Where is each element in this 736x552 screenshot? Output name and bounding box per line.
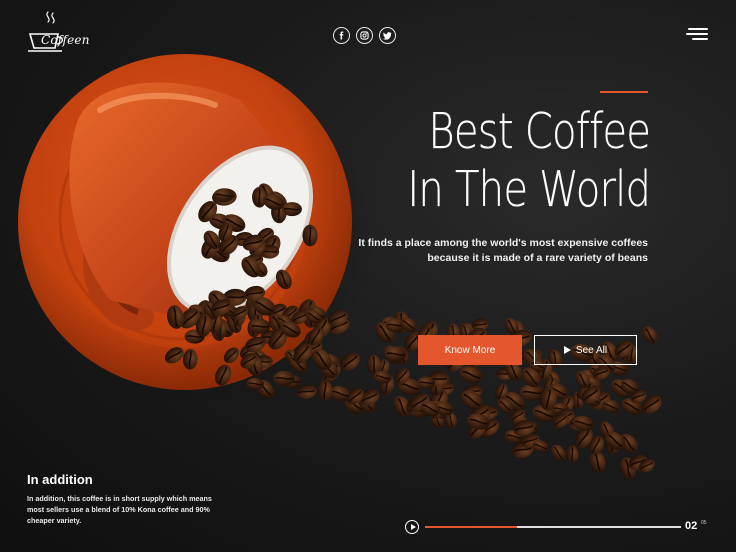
- landing-page: Coffeen Best Coffee In The World It find…: [0, 0, 736, 552]
- slider-progress-track[interactable]: [425, 525, 681, 528]
- know-more-button[interactable]: Know More: [418, 335, 522, 365]
- play-icon: [410, 524, 416, 530]
- slide-total-label: 05: [701, 520, 707, 526]
- instagram-icon[interactable]: [356, 27, 373, 44]
- hero-title-line-2: In The World: [407, 161, 651, 218]
- twitter-icon[interactable]: [379, 27, 396, 44]
- know-more-label: Know More: [444, 344, 496, 356]
- info-text: In addition, this coffee is in short sup…: [27, 494, 212, 525]
- slide-total-number: 05: [701, 521, 707, 526]
- hero-title: Best Coffee In The World: [407, 103, 651, 219]
- title-accent-line: [600, 91, 648, 93]
- see-all-button[interactable]: See All: [534, 335, 637, 365]
- social-links: [333, 27, 396, 44]
- menu-bar-icon: [686, 33, 708, 35]
- coffee-beans: [164, 183, 662, 480]
- see-all-label: See All: [575, 344, 608, 356]
- slide-current-number: 02: [685, 520, 698, 532]
- info-title: In addition: [27, 472, 93, 487]
- coffee-cup-illustration: [18, 54, 662, 480]
- facebook-icon[interactable]: [333, 27, 350, 44]
- play-icon: [563, 346, 571, 354]
- slider-progress-fill: [425, 525, 518, 528]
- hero-title-line-1: Best Coffee: [428, 103, 651, 160]
- play-button[interactable]: [405, 520, 419, 534]
- menu-bar-icon: [692, 38, 708, 40]
- menu-button[interactable]: [686, 28, 708, 40]
- brand-name: Coffeen: [41, 33, 90, 47]
- hero-subtitle: It finds a place among the world's most …: [358, 237, 648, 264]
- menu-bar-icon: [688, 28, 708, 30]
- logo-cup-icon: [28, 11, 64, 52]
